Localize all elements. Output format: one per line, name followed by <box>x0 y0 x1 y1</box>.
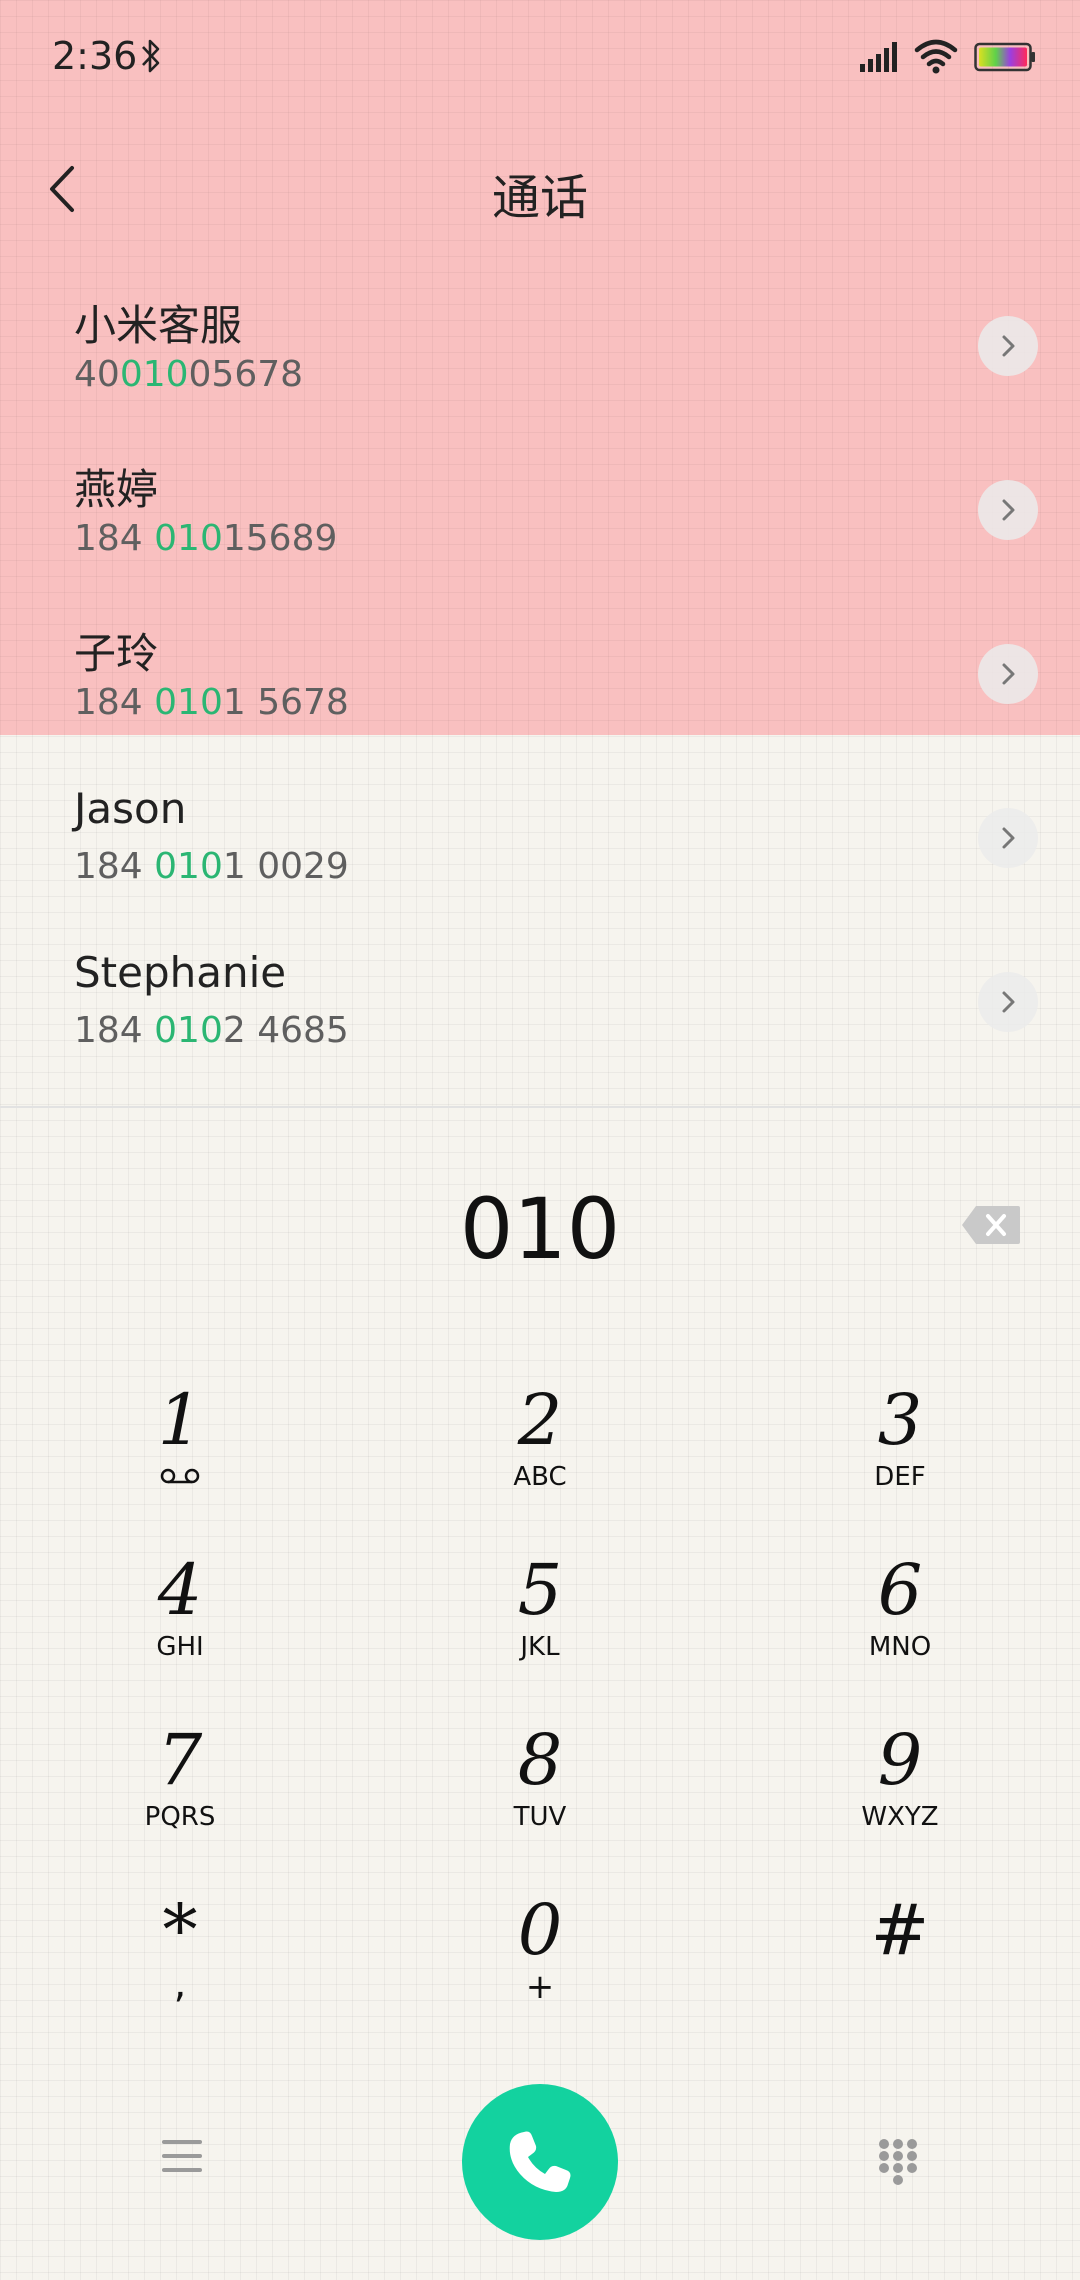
key-star[interactable]: * , <box>30 1890 330 2050</box>
contact-detail-button[interactable] <box>978 644 1038 704</box>
key-letters: ABC <box>513 1462 567 1492</box>
key-4[interactable]: 4 GHI <box>30 1550 330 1710</box>
key-7[interactable]: 7 PQRS <box>30 1720 330 1880</box>
voicemail-icon <box>160 1468 200 1484</box>
contact-detail-button[interactable] <box>978 316 1038 376</box>
contact-name: Stephanie <box>74 948 287 997</box>
key-digit: 1 <box>157 1379 203 1461</box>
key-letters: MNO <box>868 1632 932 1662</box>
key-letters: PQRS <box>144 1802 216 1832</box>
key-digit: 3 <box>877 1379 923 1461</box>
contact-detail-button[interactable] <box>978 972 1038 1032</box>
bluetooth-icon <box>142 39 160 73</box>
backspace-icon[interactable] <box>960 1204 1022 1246</box>
key-digit: 6 <box>877 1549 923 1631</box>
key-letters: TUV <box>513 1802 567 1832</box>
key-digit: 9 <box>877 1719 923 1801</box>
key-letters: WXYZ <box>861 1802 939 1832</box>
keypad-icon[interactable] <box>876 2136 920 2188</box>
contact-number: 184 0102 4685 <box>74 1010 349 1051</box>
key-3[interactable]: 3 DEF <box>750 1380 1050 1540</box>
contact-number: 4001005678 <box>74 354 304 395</box>
chevron-right-icon <box>1002 499 1015 521</box>
bottom-bar <box>0 2080 1080 2240</box>
key-8[interactable]: 8 TUV <box>390 1720 690 1880</box>
dial-keypad: 1 2 ABC 3 DEF 4 GHI 5 JKL 6 MNO 7 PQRS 8… <box>0 1380 1080 2060</box>
key-letters: + <box>525 1967 555 2007</box>
chevron-right-icon <box>1002 991 1015 1013</box>
chevron-right-icon <box>1002 335 1015 357</box>
contact-list: 小米客服 4001005678 燕婷 184 01015689 子玲 184 0… <box>0 280 1080 1100</box>
divider <box>0 1106 1080 1108</box>
key-digit: 4 <box>157 1549 203 1631</box>
contact-item[interactable]: 小米客服 4001005678 <box>0 280 1080 444</box>
menu-icon[interactable] <box>160 2136 204 2176</box>
page-title: 通话 <box>491 170 588 226</box>
contact-number: 184 0101 0029 <box>74 846 349 887</box>
contact-number: 184 0101 5678 <box>74 682 349 723</box>
contact-item[interactable]: Jason 184 0101 0029 <box>0 772 1080 936</box>
call-button[interactable] <box>462 2084 618 2240</box>
chevron-right-icon <box>1002 827 1015 849</box>
dial-input-display: 010 <box>459 1180 621 1278</box>
key-digit: 8 <box>517 1719 563 1801</box>
contact-name: Jason <box>74 784 187 833</box>
key-1[interactable]: 1 <box>30 1380 330 1540</box>
contact-item[interactable]: 燕婷 184 01015689 <box>0 444 1080 608</box>
phone-icon <box>509 2131 571 2192</box>
key-digit: 0 <box>517 1889 563 1971</box>
contact-item[interactable]: 子玲 184 0101 5678 <box>0 608 1080 772</box>
key-digit: # <box>870 1889 930 1971</box>
contact-item[interactable]: Stephanie 184 0102 4685 <box>0 936 1080 1100</box>
key-letters: JKL <box>520 1632 560 1662</box>
key-digit: 2 <box>517 1379 563 1461</box>
contact-detail-button[interactable] <box>978 808 1038 868</box>
key-digit: 7 <box>157 1719 203 1801</box>
key-0[interactable]: 0 + <box>390 1890 690 2050</box>
status-bar: 2:36 <box>0 0 1080 116</box>
chevron-right-icon <box>1002 663 1015 685</box>
battery-icon <box>974 42 1035 72</box>
contact-name: 燕婷 <box>74 465 159 514</box>
key-digit: * <box>162 1889 198 1971</box>
header: 通话 <box>0 150 1080 230</box>
key-9[interactable]: 9 WXYZ <box>750 1720 1050 1880</box>
key-digit: 5 <box>517 1549 563 1631</box>
key-hash[interactable]: # <box>750 1890 1050 2050</box>
wifi-icon <box>914 39 958 74</box>
key-letters: DEF <box>874 1462 926 1492</box>
contact-name: 子玲 <box>74 629 159 678</box>
key-letters: GHI <box>156 1632 204 1662</box>
status-time: 2:36 <box>52 34 138 78</box>
contact-number: 184 01015689 <box>74 518 338 559</box>
contact-detail-button[interactable] <box>978 480 1038 540</box>
key-2[interactable]: 2 ABC <box>390 1380 690 1540</box>
key-letters: , <box>173 1961 187 2007</box>
signal-icon <box>860 42 897 72</box>
key-6[interactable]: 6 MNO <box>750 1550 1050 1710</box>
contact-name: 小米客服 <box>74 301 243 350</box>
key-5[interactable]: 5 JKL <box>390 1550 690 1710</box>
